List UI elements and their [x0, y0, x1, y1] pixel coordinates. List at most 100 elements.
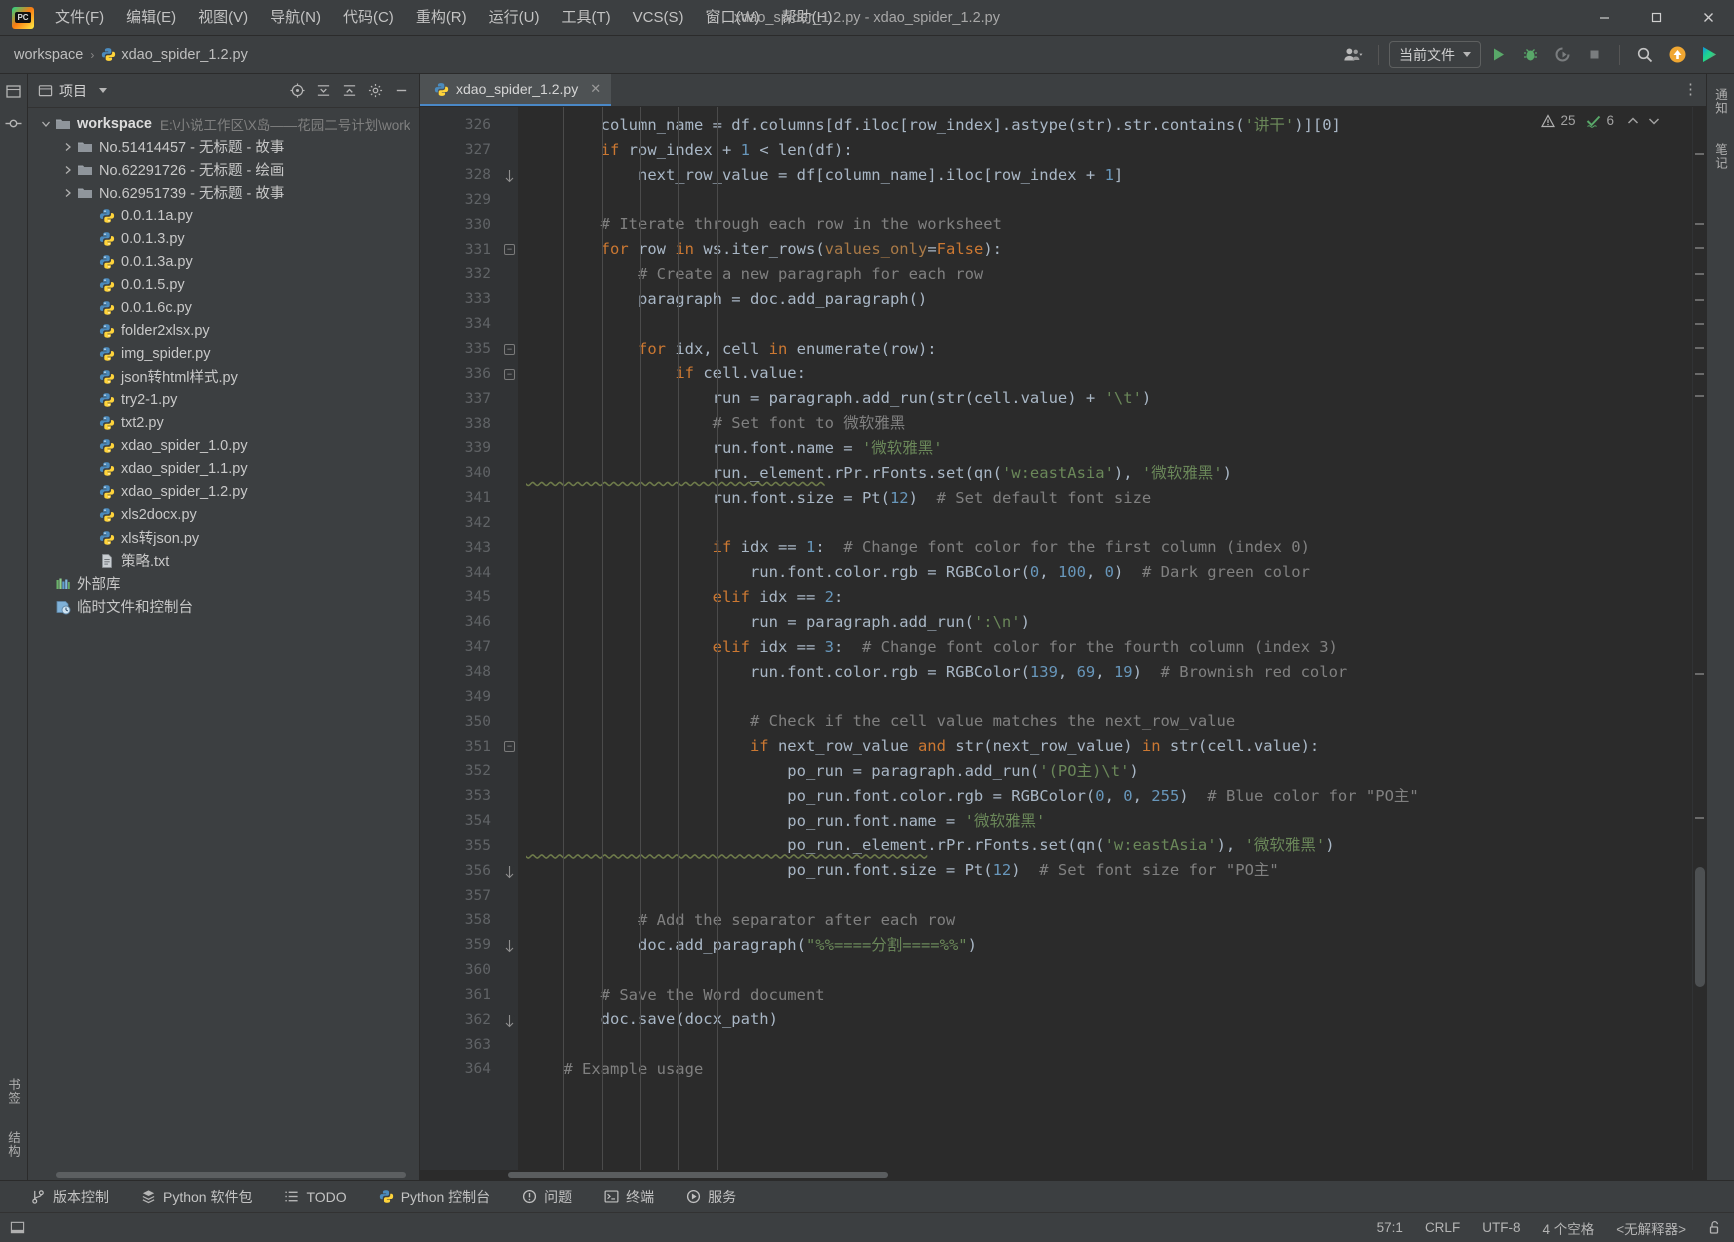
tree-node[interactable]: 临时文件和控制台: [28, 595, 419, 618]
tree-node[interactable]: No.62951739 - 无标题 - 故事: [28, 181, 419, 204]
code-line[interactable]: [526, 312, 1692, 337]
code-line[interactable]: run._element.rPr.rFonts.set(qn('w:eastAs…: [526, 461, 1692, 486]
code-line[interactable]: # Set font to 微软雅黑: [526, 411, 1692, 436]
code-line[interactable]: column_name = df.columns[df.iloc[row_ind…: [526, 113, 1692, 138]
tree-node[interactable]: folder2xlsx.py: [28, 319, 419, 342]
toolwin-problems[interactable]: 问题: [517, 1184, 577, 1210]
code-line[interactable]: po_run.font.size = Pt(12) # Set font siz…: [526, 858, 1692, 883]
vertical-scrollbar-thumb[interactable]: [1695, 867, 1705, 987]
tree-node[interactable]: 0.0.1.5.py: [28, 273, 419, 296]
tree-node[interactable]: No.51414457 - 无标题 - 故事: [28, 135, 419, 158]
tree-node[interactable]: xdao_spider_1.2.py: [28, 480, 419, 503]
chevron-right-icon[interactable]: [60, 188, 76, 198]
toolwin-python-packages[interactable]: Python 软件包: [136, 1184, 257, 1210]
minimize-button[interactable]: [1578, 0, 1630, 36]
fold-end-icon[interactable]: [504, 1014, 515, 1027]
code-line[interactable]: elif idx == 3: # Change font color for t…: [526, 635, 1692, 660]
fold-collapse-icon[interactable]: −: [504, 368, 515, 380]
close-button[interactable]: [1682, 0, 1734, 36]
code-line[interactable]: for row in ws.iter_rows(values_only=Fals…: [526, 237, 1692, 262]
code-text[interactable]: column_name = df.columns[df.iloc[row_ind…: [518, 113, 1692, 1082]
code-line[interactable]: [526, 1032, 1692, 1057]
code-line[interactable]: doc.add_paragraph("%%====分割====%%"): [526, 933, 1692, 958]
menu-tools[interactable]: 工具(T): [550, 4, 621, 32]
tree-node[interactable]: json转html样式.py: [28, 365, 419, 388]
code-line[interactable]: [526, 684, 1692, 709]
menu-vcs[interactable]: VCS(S): [622, 4, 695, 32]
tree-node[interactable]: workspace E:\小说工作区\X岛——花园二号计划\work: [28, 112, 419, 135]
code-line[interactable]: [526, 511, 1692, 536]
chevron-down-icon[interactable]: [99, 88, 107, 93]
tree-node[interactable]: 外部库: [28, 572, 419, 595]
code-line[interactable]: run.font.color.rgb = RGBColor(0, 100, 0)…: [526, 560, 1692, 585]
chevron-up-icon[interactable]: [1625, 116, 1641, 126]
tree-node[interactable]: try2-1.py: [28, 388, 419, 411]
fold-collapse-icon[interactable]: −: [504, 741, 515, 753]
fold-end-icon[interactable]: [504, 865, 515, 878]
code-line[interactable]: run.font.name = '微软雅黑': [526, 436, 1692, 461]
fold-end-icon[interactable]: [504, 169, 515, 182]
editor-hscrollbar[interactable]: [420, 1170, 1706, 1180]
project-tree[interactable]: workspace E:\小说工作区\X岛——花园二号计划\work No.5141…: [28, 108, 419, 1169]
expand-all-icon[interactable]: [337, 79, 361, 103]
chevron-right-icon[interactable]: [60, 142, 76, 152]
code-line[interactable]: po_run.font.color.rgb = RGBColor(0, 0, 2…: [526, 784, 1692, 809]
unlocked-icon[interactable]: [1708, 1220, 1722, 1235]
update-project-icon[interactable]: [1662, 41, 1692, 69]
interpreter-selector[interactable]: <无解释器>: [1616, 1218, 1686, 1238]
menu-refactor[interactable]: 重构(R): [405, 4, 478, 32]
ai-assistant-icon[interactable]: [1694, 41, 1724, 69]
toolwin-services[interactable]: 服务: [681, 1184, 741, 1210]
code-line[interactable]: run.font.color.rgb = RGBColor(139, 69, 1…: [526, 660, 1692, 685]
tree-node[interactable]: xls2docx.py: [28, 503, 419, 526]
code-line[interactable]: if cell.value:: [526, 361, 1692, 386]
more-options-icon[interactable]: ⋮: [1683, 82, 1698, 97]
close-icon[interactable]: ✕: [590, 81, 601, 97]
code-line[interactable]: if next_row_value and str(next_row_value…: [526, 734, 1692, 759]
show-tool-windows-icon[interactable]: [10, 1220, 25, 1235]
code-line[interactable]: # Add the separator after each row: [526, 908, 1692, 933]
toolwin-todo[interactable]: TODO: [279, 1186, 351, 1208]
settings-icon[interactable]: [363, 79, 387, 103]
menu-edit[interactable]: 编辑(E): [115, 4, 187, 32]
sidebar-item-structure[interactable]: 结构: [2, 1125, 25, 1164]
scrollbar-thumb[interactable]: [56, 1172, 406, 1178]
code-line[interactable]: # Create a new paragraph for each row: [526, 262, 1692, 287]
code-line[interactable]: elif idx == 2:: [526, 585, 1692, 610]
code-line[interactable]: [526, 958, 1692, 983]
code-line[interactable]: # Save the Word document: [526, 983, 1692, 1008]
code-line[interactable]: run = paragraph.add_run(str(cell.value) …: [526, 386, 1692, 411]
code-line[interactable]: paragraph = doc.add_paragraph(): [526, 287, 1692, 312]
code-line[interactable]: [526, 188, 1692, 213]
code-line[interactable]: if row_index + 1 < len(df):: [526, 138, 1692, 163]
chevron-right-icon[interactable]: [60, 165, 76, 175]
tree-node[interactable]: xls转json.py: [28, 526, 419, 549]
stop-icon[interactable]: [1579, 41, 1609, 69]
maximize-button[interactable]: [1630, 0, 1682, 36]
line-separator[interactable]: CRLF: [1425, 1220, 1460, 1235]
code-line[interactable]: run = paragraph.add_run(':\n'): [526, 610, 1692, 635]
fold-collapse-icon[interactable]: −: [504, 343, 515, 355]
project-panel-title-group[interactable]: 项目: [38, 81, 107, 101]
chevron-down-icon-inspect[interactable]: [1646, 116, 1662, 126]
menu-code[interactable]: 代码(C): [332, 4, 405, 32]
file-encoding[interactable]: UTF-8: [1482, 1220, 1520, 1235]
menu-navigate[interactable]: 导航(N): [259, 4, 332, 32]
code-line[interactable]: po_run = paragraph.add_run('(PO主)\t'): [526, 759, 1692, 784]
code-line[interactable]: # Example usage: [526, 1057, 1692, 1082]
menu-file[interactable]: 文件(F): [44, 4, 115, 32]
menu-run[interactable]: 运行(U): [478, 4, 551, 32]
tree-node[interactable]: No.62291726 - 无标题 - 绘画: [28, 158, 419, 181]
project-panel-hscrollbar[interactable]: [28, 1169, 419, 1180]
chevron-down-icon[interactable]: [38, 119, 54, 129]
debug-icon[interactable]: [1515, 41, 1545, 69]
editor-tab-xdao-spider[interactable]: xdao_spider_1.2.py ✕: [420, 74, 612, 106]
breadcrumb-file[interactable]: xdao_spider_1.2.py: [121, 47, 248, 63]
code-folding-gutter[interactable]: − − − −: [500, 107, 518, 1170]
tree-node[interactable]: 0.0.1.6c.py: [28, 296, 419, 319]
tree-node[interactable]: 策略.txt: [28, 549, 419, 572]
code-line[interactable]: run.font.size = Pt(12) # Set default fon…: [526, 486, 1692, 511]
run-configuration-selector[interactable]: 当前文件: [1389, 41, 1481, 68]
code-line[interactable]: [526, 883, 1692, 908]
tree-node[interactable]: txt2.py: [28, 411, 419, 434]
